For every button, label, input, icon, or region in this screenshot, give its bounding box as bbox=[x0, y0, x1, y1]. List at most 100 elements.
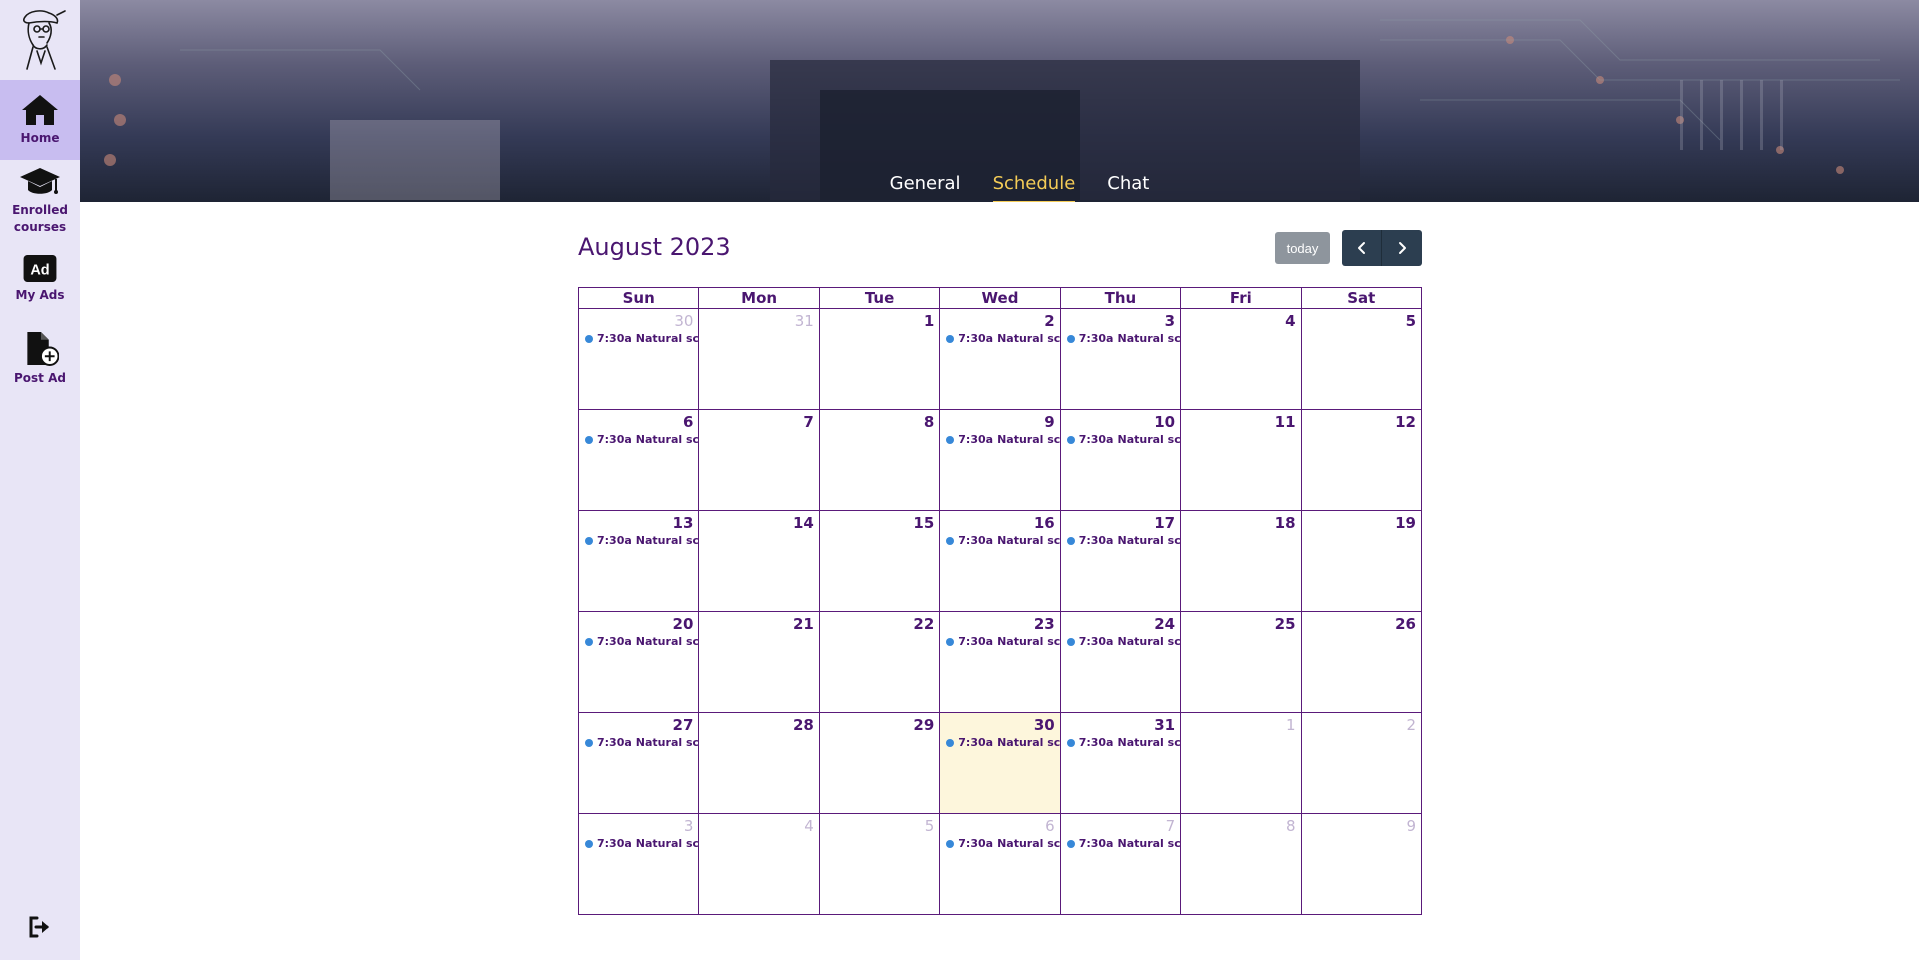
day-number[interactable]: 26 bbox=[1302, 613, 1420, 633]
day-number[interactable]: 5 bbox=[1302, 310, 1420, 330]
today-button[interactable]: today bbox=[1275, 232, 1330, 264]
day-number[interactable]: 8 bbox=[1182, 815, 1300, 835]
day-number[interactable]: 15 bbox=[820, 512, 938, 532]
tab-chat[interactable]: Chat bbox=[1107, 173, 1149, 202]
day-cell[interactable]: 6 7:30a Natural sci bbox=[577, 409, 700, 511]
day-cell[interactable]: 4 bbox=[1180, 308, 1302, 410]
day-number[interactable]: 31 bbox=[1061, 714, 1179, 734]
day-cell[interactable]: 9 bbox=[1300, 813, 1423, 915]
day-number[interactable]: 14 bbox=[700, 512, 818, 532]
sidebar-item-enrolled-courses[interactable]: Enrolled courses bbox=[0, 166, 80, 236]
day-number[interactable]: 11 bbox=[1182, 411, 1300, 431]
day-number[interactable]: 13 bbox=[580, 512, 698, 532]
day-cell[interactable]: 31 bbox=[698, 308, 820, 410]
day-cell[interactable]: 21 bbox=[698, 611, 820, 713]
day-cell[interactable]: 25 bbox=[1180, 611, 1302, 713]
day-cell[interactable]: 8 bbox=[818, 409, 941, 511]
day-number[interactable]: 7 bbox=[700, 411, 818, 431]
day-number[interactable]: 1 bbox=[820, 310, 938, 330]
day-cell[interactable]: 7 bbox=[698, 409, 820, 511]
day-cell[interactable]: 31 7:30a Natural sci bbox=[1059, 712, 1182, 814]
day-cell[interactable]: 11 bbox=[1180, 409, 1302, 511]
day-cell[interactable]: 28 bbox=[698, 712, 820, 814]
day-number[interactable]: 27 bbox=[580, 714, 698, 734]
day-number[interactable]: 5 bbox=[820, 815, 938, 835]
calendar-event[interactable]: 7:30a Natural sci bbox=[946, 635, 1059, 648]
day-cell[interactable]: 14 bbox=[698, 510, 820, 612]
day-cell[interactable]: 6 7:30a Natural sci bbox=[939, 813, 1061, 915]
day-cell[interactable]: 30 7:30a Natural sci bbox=[577, 308, 700, 410]
day-number[interactable]: 22 bbox=[820, 613, 938, 633]
day-cell[interactable]: 4 bbox=[698, 813, 820, 915]
day-cell[interactable]: 3 7:30a Natural sci bbox=[1059, 308, 1182, 410]
calendar-event[interactable]: 7:30a Natural sci bbox=[585, 332, 698, 345]
day-number[interactable]: 3 bbox=[1061, 310, 1179, 330]
day-number[interactable]: 9 bbox=[941, 411, 1059, 431]
day-cell[interactable]: 9 7:30a Natural sci bbox=[939, 409, 1061, 511]
day-cell[interactable]: 27 7:30a Natural sci bbox=[577, 712, 700, 814]
day-cell-today[interactable]: 30 7:30a Natural sci bbox=[939, 712, 1061, 814]
day-cell[interactable]: 5 bbox=[1300, 308, 1423, 410]
calendar-event[interactable]: 7:30a Natural sci bbox=[1066, 635, 1180, 648]
day-number[interactable]: 25 bbox=[1182, 613, 1300, 633]
calendar-event[interactable]: 7:30a Natural sci bbox=[1066, 332, 1180, 345]
day-number[interactable]: 30 bbox=[580, 310, 698, 330]
calendar-event[interactable]: 7:30a Natural sci bbox=[585, 736, 698, 749]
next-month-button[interactable] bbox=[1382, 230, 1422, 266]
day-cell[interactable]: 5 bbox=[818, 813, 941, 915]
calendar-event[interactable]: 7:30a Natural sci bbox=[585, 837, 698, 850]
day-cell[interactable]: 23 7:30a Natural sci bbox=[939, 611, 1061, 713]
day-cell[interactable]: 20 7:30a Natural sci bbox=[577, 611, 700, 713]
sidebar-item-home[interactable]: Home bbox=[0, 80, 80, 160]
day-number[interactable]: 2 bbox=[941, 310, 1059, 330]
day-cell[interactable]: 19 bbox=[1300, 510, 1423, 612]
tab-schedule[interactable]: Schedule bbox=[992, 173, 1076, 202]
day-cell[interactable]: 22 bbox=[818, 611, 941, 713]
day-cell[interactable]: 17 7:30a Natural sci bbox=[1059, 510, 1182, 612]
calendar-event[interactable]: 7:30a Natural sci bbox=[1066, 534, 1180, 547]
day-cell[interactable]: 3 7:30a Natural sci bbox=[577, 813, 700, 915]
day-number[interactable]: 23 bbox=[941, 613, 1059, 633]
previous-month-button[interactable] bbox=[1342, 230, 1382, 266]
day-cell[interactable]: 16 7:30a Natural sci bbox=[939, 510, 1061, 612]
tab-general[interactable]: General bbox=[890, 173, 961, 202]
calendar-event[interactable]: 7:30a Natural sci bbox=[946, 433, 1059, 446]
day-number[interactable]: 9 bbox=[1302, 815, 1420, 835]
day-cell[interactable]: 24 7:30a Natural sci bbox=[1059, 611, 1182, 713]
day-number[interactable]: 7 bbox=[1061, 815, 1179, 835]
logout-button[interactable] bbox=[27, 915, 53, 939]
day-cell[interactable]: 13 7:30a Natural sci bbox=[577, 510, 700, 612]
calendar-event[interactable]: 7:30a Natural sci bbox=[946, 332, 1059, 345]
day-cell[interactable]: 2 bbox=[1300, 712, 1423, 814]
day-number[interactable]: 19 bbox=[1302, 512, 1420, 532]
day-number[interactable]: 21 bbox=[700, 613, 818, 633]
day-cell[interactable]: 15 bbox=[818, 510, 941, 612]
calendar-event[interactable]: 7:30a Natural sci bbox=[946, 534, 1059, 547]
day-number[interactable]: 18 bbox=[1182, 512, 1300, 532]
day-cell[interactable]: 1 bbox=[818, 308, 941, 410]
day-cell[interactable]: 26 bbox=[1300, 611, 1423, 713]
day-number[interactable]: 10 bbox=[1061, 411, 1179, 431]
day-cell[interactable]: 12 bbox=[1300, 409, 1423, 511]
day-number[interactable]: 6 bbox=[580, 411, 698, 431]
day-cell[interactable]: 18 bbox=[1180, 510, 1302, 612]
day-number[interactable]: 17 bbox=[1061, 512, 1179, 532]
day-number[interactable]: 16 bbox=[941, 512, 1059, 532]
day-number[interactable]: 30 bbox=[941, 714, 1059, 734]
day-number[interactable]: 12 bbox=[1302, 411, 1420, 431]
day-number[interactable]: 1 bbox=[1182, 714, 1300, 734]
day-number[interactable]: 31 bbox=[700, 310, 818, 330]
day-number[interactable]: 29 bbox=[820, 714, 938, 734]
day-number[interactable]: 20 bbox=[580, 613, 698, 633]
sidebar-item-post-ad[interactable]: Post Ad bbox=[0, 331, 80, 387]
day-cell[interactable]: 7 7:30a Natural sci bbox=[1059, 813, 1182, 915]
logo[interactable] bbox=[11, 7, 69, 71]
day-number[interactable]: 28 bbox=[700, 714, 818, 734]
day-number[interactable]: 4 bbox=[700, 815, 818, 835]
day-number[interactable]: 8 bbox=[820, 411, 938, 431]
day-cell[interactable]: 8 bbox=[1180, 813, 1302, 915]
calendar-event[interactable]: 7:30a Natural sci bbox=[946, 837, 1059, 850]
calendar-event[interactable]: 7:30a Natural sci bbox=[585, 433, 698, 446]
calendar-event[interactable]: 7:30a Natural sci bbox=[1066, 736, 1180, 749]
sidebar-item-my-ads[interactable]: Ad My Ads bbox=[0, 254, 80, 304]
